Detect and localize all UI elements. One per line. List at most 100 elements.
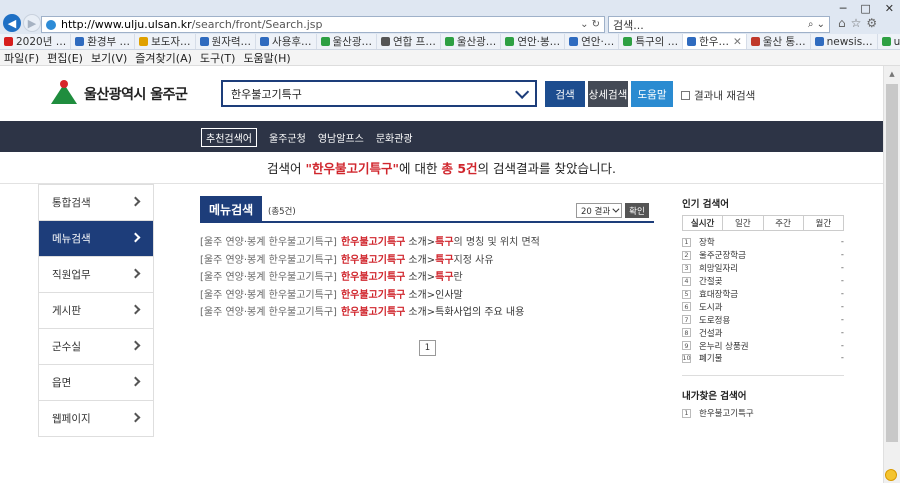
rank-number: 6 [682,302,691,312]
logo-text: 울산광역시 울주군 [84,87,188,103]
tab-item[interactable]: 연안·봉… [501,34,566,49]
popular-item[interactable]: 10 폐기물 - [682,352,844,365]
popular-item[interactable]: 1 장학 - [682,236,844,249]
result-row[interactable]: [울주 연양·봉계 한우불고기특구] 한우불고기특구 소개> 특구 지정 사유 [200,250,654,268]
menu-favorites[interactable]: 즐겨찾기(A) [135,50,192,66]
tab-item[interactable]: 한우… ✕ [683,34,747,49]
popular-item[interactable]: 9 온누리 상품권 - [682,339,844,352]
popular-item[interactable]: 2 울주군장학금 - [682,249,844,262]
popular-tab[interactable]: 주간 [762,216,803,230]
search-icon[interactable]: ⌕ ⌄ [808,19,825,30]
results-panel: 메뉴검색 (총5건) 20 결과 확인 [울주 연양·봉계 한우불고기특구] 한우… [200,196,654,356]
menu-help[interactable]: 도움말(H) [243,50,290,66]
search-query-input[interactable]: 한우불고기특구 [221,80,537,107]
refresh-icon[interactable]: ⌄ ↻ [580,19,600,30]
side-menu-item[interactable]: 읍면 [39,364,153,400]
tab-item[interactable]: 특구의 … [619,34,684,49]
summary-query: "한우불고기특구" [305,161,400,176]
nav-yeongnam-alps[interactable]: 영남알프스 [318,130,364,145]
result-row[interactable]: [울주 연양·봉계 한우불고기특구] 한우불고기특구 소개> 특구 란 [200,267,654,285]
rank-change: - [840,263,844,274]
address-bar[interactable]: http://www.ulju.ulsan.kr /search/front/S… [41,16,605,33]
scrollbar-thumb[interactable] [886,84,898,442]
result-row[interactable]: [울주 연양·봉계 한우불고기특구] 한우불고기특구 소개> 특구 의 명칭 및 위치 … [200,232,654,250]
my-search-item[interactable]: 1 한우불고기특구 [682,407,844,420]
site-logo[interactable]: 울산광역시 울주군 [48,80,188,108]
result-keyword: 한우불고기특구 [340,254,406,266]
side-menu-label: 읍면 [52,377,72,389]
menu-file[interactable]: 파일(F) [4,50,39,66]
popular-list: 1 장학 - 2 울주군장학금 - 3 희망일자리 - 4 간절곶 - 5 효대장학금 - 6 도시과 - 7 도로정… [682,236,844,365]
side-menu-item[interactable]: 직원업무 [39,256,153,292]
help-button[interactable]: 도움말 [631,81,673,107]
menu-tools[interactable]: 도구(T) [200,50,236,66]
close-tab-icon[interactable]: ✕ [733,36,742,48]
minimize-button[interactable]: ─ [840,2,847,15]
smiley-feedback-icon[interactable] [885,469,897,481]
popular-tabs: 실시간 일간 주간 월간 [682,215,844,231]
tab-item[interactable]: 연합 프… [377,34,441,49]
tab-item[interactable]: 환경부 … [71,34,136,49]
chevron-down-icon[interactable] [515,84,530,99]
chevron-right-icon [130,196,141,207]
per-page-select[interactable]: 20 결과 [576,203,622,218]
confirm-button[interactable]: 확인 [625,203,649,218]
search-button[interactable]: 검색 [545,81,585,107]
popular-item[interactable]: 8 건설과 - [682,326,844,339]
tab-label: 연안·… [581,36,615,48]
popular-item[interactable]: 7 도로정용 - [682,313,844,326]
nav-ulju-office[interactable]: 울주군청 [269,130,306,145]
forward-button[interactable]: ▶ [23,14,41,32]
back-button[interactable]: ◀ [3,14,21,32]
page-1-button[interactable]: 1 [419,340,436,356]
popular-item[interactable]: 6 도시과 - [682,300,844,313]
nav-culture-tourism[interactable]: 문화관광 [376,130,413,145]
star-icon[interactable]: ☆ [851,16,862,30]
home-icon[interactable]: ⌂ [838,16,846,30]
tab-item[interactable]: ulsanna… [878,34,900,49]
chevron-right-icon [130,232,141,243]
url-path: /search/front/Search.jsp [191,18,323,31]
side-menu-item[interactable]: 게시판 [39,292,153,328]
summary-suffix: 의 검색결과를 찾았습니다. [477,161,616,176]
side-menu-item[interactable]: 통합검색 [39,184,153,220]
side-menu-item[interactable]: 군수실 [39,328,153,364]
popular-tab[interactable]: 실시간 [683,216,722,230]
rank-number: 10 [682,353,691,363]
tab-item[interactable]: 2020년 … [0,34,72,49]
browser-right-icons: ⌂ ☆ ⚙ [838,16,877,30]
tab-item[interactable]: 보도자… [135,34,196,49]
result-text-2: 의 명칭 및 위치 면적 [453,237,540,249]
re-search-checkbox[interactable]: 결과내 재검색 [681,88,755,103]
menu-edit[interactable]: 편집(E) [47,50,83,66]
popular-tab[interactable]: 월간 [802,216,843,230]
close-window-button[interactable]: ✕ [885,2,894,15]
nav-recommended[interactable]: 추천검색어 [201,128,257,147]
tab-item[interactable]: 울산광… [441,34,502,49]
result-row[interactable]: [울주 연양·봉계 한우불고기특구] 한우불고기특구 소개>인사말 [200,285,654,303]
tab-item[interactable]: newsis… [811,34,878,49]
popular-item[interactable]: 4 간절곶 - [682,275,844,288]
menu-view[interactable]: 보기(V) [91,50,127,66]
side-menu-item[interactable]: 웹페이지 [39,400,153,436]
tab-label: 특구의 … [635,36,679,48]
results-list: [울주 연양·봉계 한우불고기특구] 한우불고기특구 소개> 특구 의 명칭 및 위치 … [200,232,654,320]
popular-tab[interactable]: 일간 [722,216,762,230]
tab-item[interactable]: 울산 통… [747,34,811,49]
result-row[interactable]: [울주 연양·봉계 한우불고기특구] 한우불고기특구 소개>특화사업의 주요 내용 [200,302,654,320]
popular-item[interactable]: 3 희망일자리 - [682,262,844,275]
vertical-scrollbar[interactable]: ▲ ▼ [883,66,900,483]
gear-icon[interactable]: ⚙ [866,16,877,30]
tab-item[interactable]: 원자력… [196,34,257,49]
detail-search-button[interactable]: 상세검색 [588,81,628,107]
maximize-button[interactable]: □ [860,2,870,15]
browser-search-input[interactable]: 검색... ⌕ ⌄ [608,16,830,33]
scroll-up-icon[interactable]: ▲ [884,66,900,82]
tab-item[interactable]: 울산광… [317,34,377,49]
tab-item[interactable]: 연안·… [565,34,620,49]
checkbox-icon[interactable] [681,91,690,100]
popular-item[interactable]: 5 효대장학금 - [682,288,844,301]
side-menu-item[interactable]: 메뉴검색 [39,220,153,256]
tab-item[interactable]: 사용후… [256,34,317,49]
result-text: 소개> [408,254,436,266]
